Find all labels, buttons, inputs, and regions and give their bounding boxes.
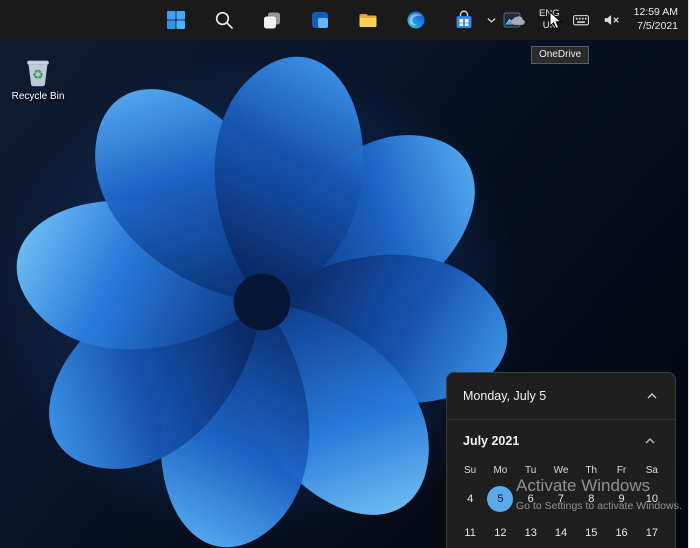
calendar-day[interactable]: 15	[576, 516, 606, 548]
edge-icon	[405, 9, 427, 31]
screen: ♻ Recycle Bin Monday, July 5 July 2021	[0, 0, 700, 548]
calendar-date-grid: Su Mo Tu We Th Fr Sa 4 5 6 7 8 9 10 11 1…	[447, 458, 675, 548]
calendar-flyout: Monday, July 5 July 2021 Su Mo Tu	[446, 372, 676, 548]
desktop-wallpaper: ♻ Recycle Bin Monday, July 5 July 2021	[0, 40, 688, 548]
recycle-bin-label: Recycle Bin	[12, 91, 65, 102]
system-tray: ENG UK	[483, 0, 684, 40]
chevron-up-icon	[646, 392, 658, 400]
calendar-day[interactable]: 11	[455, 516, 485, 548]
calendar-prev-month-button[interactable]	[637, 430, 663, 452]
edge-button[interactable]	[397, 3, 435, 37]
onedrive-tray-button[interactable]	[506, 4, 530, 36]
task-view-button[interactable]	[253, 3, 291, 37]
task-view-icon	[261, 9, 283, 31]
calendar-day[interactable]: 17	[637, 516, 667, 548]
clock-time: 12:59 AM	[634, 6, 678, 20]
language-switcher[interactable]: ENG UK	[536, 4, 563, 36]
calendar-day[interactable]: 6	[516, 482, 546, 516]
language-code: ENG	[539, 8, 560, 20]
recycle-bin-icon: ♻	[21, 54, 55, 88]
volume-muted-icon	[602, 12, 622, 28]
day-header: Tu	[516, 458, 546, 482]
language-region: UK	[543, 20, 556, 32]
calendar-month-label: July 2021	[463, 434, 519, 448]
calendar-day[interactable]: 12	[485, 516, 515, 548]
calendar-day[interactable]: 16	[606, 516, 636, 548]
calendar-month-row: July 2021	[447, 420, 675, 458]
touch-keyboard-icon	[572, 13, 590, 27]
calendar-day[interactable]: 10	[637, 482, 667, 516]
svg-text:♻: ♻	[32, 67, 44, 82]
windows-start-icon	[165, 9, 187, 31]
chevron-down-icon	[486, 16, 497, 24]
chevron-up-icon	[644, 437, 656, 445]
calendar-day[interactable]: 4	[455, 482, 485, 516]
widgets-icon	[309, 9, 331, 31]
calendar-day-selected[interactable]: 5	[485, 482, 515, 516]
store-button[interactable]	[445, 3, 483, 37]
page-right-gutter	[688, 0, 700, 548]
onedrive-cloud-icon	[509, 13, 527, 27]
store-icon	[453, 9, 475, 31]
touch-keyboard-button[interactable]	[569, 4, 593, 36]
widgets-button[interactable]	[301, 3, 339, 37]
day-header: We	[546, 458, 576, 482]
file-explorer-button[interactable]	[349, 3, 387, 37]
calendar-collapse-button[interactable]	[639, 385, 665, 407]
day-header: Mo	[485, 458, 515, 482]
day-header: Fr	[606, 458, 636, 482]
day-header: Sa	[637, 458, 667, 482]
search-button[interactable]	[205, 3, 243, 37]
calendar-day[interactable]: 13	[516, 516, 546, 548]
hidden-icons-chevron[interactable]	[483, 4, 500, 36]
calendar-header: Monday, July 5	[447, 373, 675, 420]
calendar-day[interactable]: 7	[546, 482, 576, 516]
taskbar: ENG UK	[0, 0, 688, 40]
onedrive-tooltip: OneDrive	[531, 46, 589, 64]
calendar-day[interactable]: 14	[546, 516, 576, 548]
clock-date: 7/5/2021	[637, 20, 678, 34]
taskbar-center-icons	[157, 0, 531, 40]
file-explorer-icon	[357, 9, 379, 31]
recycle-bin[interactable]: ♻ Recycle Bin	[6, 54, 70, 102]
search-icon	[213, 9, 235, 31]
day-header: Th	[576, 458, 606, 482]
calendar-day[interactable]: 8	[576, 482, 606, 516]
day-header: Su	[455, 458, 485, 482]
volume-muted-button[interactable]	[599, 4, 625, 36]
clock[interactable]: 12:59 AM 7/5/2021	[631, 4, 684, 36]
calendar-day[interactable]: 9	[606, 482, 636, 516]
start-button[interactable]	[157, 3, 195, 37]
calendar-selected-date: Monday, July 5	[463, 389, 546, 403]
